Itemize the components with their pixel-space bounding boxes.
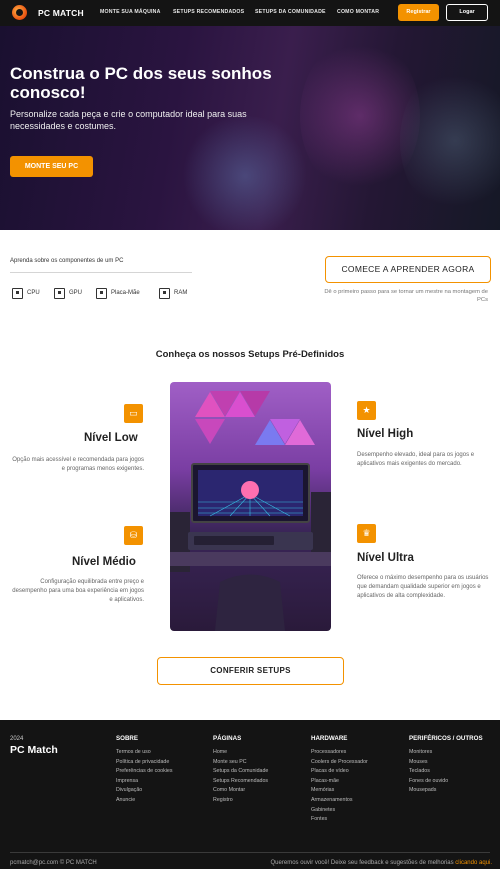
footer-link[interactable]: Placas-mãe: [311, 777, 368, 787]
footer-link[interactable]: Fones de ouvido: [409, 777, 483, 787]
learn-note: Dê o primeiro passo para se tornar um me…: [324, 289, 488, 303]
hero-subtitle: Personalize cada peça e crie o computado…: [10, 109, 247, 131]
tier-name-low: Nível Low: [84, 432, 138, 444]
footer-link[interactable]: Termos de uso: [116, 748, 173, 758]
footer-link[interactable]: Teclados: [409, 767, 483, 777]
footer-link[interactable]: Setups Recomendados: [213, 777, 268, 787]
login-button[interactable]: Logar: [446, 4, 488, 21]
component-gpu[interactable]: GPU: [54, 287, 82, 299]
footer-link[interactable]: Divulgação: [116, 786, 173, 796]
tier-desc-ultra: Oferece o máximo desempenho para os usuá…: [357, 575, 489, 599]
footer-divider: [10, 852, 490, 853]
brand-name[interactable]: PC MATCH: [38, 8, 84, 18]
footer-feedback: Queremos ouvir você! Deixe seu feedback …: [271, 860, 492, 866]
learn-label: Aprenda sobre os componentes de um PC: [10, 258, 124, 264]
footer-col-perifericos: PERIFÉRICOS / OUTROS Monitores Mouses Te…: [409, 735, 483, 796]
start-learning-button[interactable]: COMECE A APRENDER AGORA: [325, 256, 491, 283]
component-ram[interactable]: RAM: [159, 287, 187, 299]
footer-col-hardware: HARDWARE Processadores Coolers de Proces…: [311, 735, 368, 825]
footer-link[interactable]: Registro: [213, 796, 268, 806]
footer-link[interactable]: Gabinetes: [311, 806, 368, 816]
gpu-icon: [54, 287, 65, 299]
footer-copyright: pcmatch@pc.com © PC MATCH: [10, 860, 97, 866]
footer-link[interactable]: Imprensa: [116, 777, 173, 787]
footer-link[interactable]: Mousepads: [409, 786, 483, 796]
nav-setups-comunidade[interactable]: SETUPS DA COMUNIDADE: [255, 9, 326, 15]
footer-col-title: SOBRE: [116, 735, 139, 742]
footer-link[interactable]: Coolers de Processador: [311, 758, 368, 768]
nav-como-montar[interactable]: COMO MONTAR: [337, 9, 379, 15]
footer-link[interactable]: Como Montar: [213, 786, 268, 796]
footer-link[interactable]: Placas de vídeo: [311, 767, 368, 777]
trophy-icon: ♛: [357, 524, 376, 543]
hero-glow: [400, 66, 500, 216]
battery-icon: ▭: [124, 404, 143, 423]
build-pc-button[interactable]: MONTE SEU PC: [10, 156, 93, 177]
feedback-link[interactable]: clicando aqui.: [455, 860, 492, 866]
hero-title: Construa o PC dos seus sonhos conosco!: [10, 64, 272, 102]
footer: 2024 PC Match SOBRE Termos de uso Políti…: [0, 720, 500, 869]
footer-col-title: PÁGINAS: [213, 735, 242, 742]
database-icon: ⛁: [124, 526, 143, 545]
component-motherboard[interactable]: Placa-Mãe: [96, 287, 140, 299]
setup-image: [170, 382, 331, 631]
tier-desc-high: Desempenho elevado, ideal para os jogos …: [357, 452, 475, 467]
component-label: RAM: [174, 290, 188, 296]
component-label: CPU: [27, 290, 40, 296]
footer-link[interactable]: Preferências de cookies: [116, 767, 173, 777]
divider: [10, 272, 192, 273]
component-label: GPU: [69, 290, 83, 296]
nav-monte-sua-maquina[interactable]: MONTE SUA MÁQUINA: [100, 9, 161, 15]
footer-col-sobre: SOBRE Termos de uso Política de privacid…: [116, 735, 173, 806]
footer-link[interactable]: Armazenamentos: [311, 796, 368, 806]
footer-link[interactable]: Setups da Comunidade: [213, 767, 268, 777]
footer-link[interactable]: Mouses: [409, 758, 483, 768]
nav-setups-recomendados[interactable]: SETUPS RECOMENDADOS: [173, 9, 244, 15]
footer-link[interactable]: Fontes: [311, 815, 368, 825]
footer-link[interactable]: Memórias: [311, 786, 368, 796]
footer-link[interactable]: Monte seu PC: [213, 758, 268, 768]
footer-col-title: HARDWARE: [311, 735, 348, 742]
ram-icon: [159, 287, 170, 299]
tier-name-ultra: Nível Ultra: [357, 552, 414, 564]
footer-year: 2024: [10, 736, 24, 742]
setups-title: Conheça os nossos Setups Pré-Definidos: [155, 349, 345, 360]
component-cpu[interactable]: CPU: [12, 287, 40, 299]
footer-col-paginas: PÁGINAS Home Monte seu PC Setups da Comu…: [213, 735, 268, 806]
logo-icon[interactable]: [12, 5, 27, 20]
cpu-icon: [12, 287, 23, 299]
footer-link[interactable]: Política de privacidade: [116, 758, 173, 768]
footer-brand: PC Match: [10, 744, 58, 756]
component-label: Placa-Mãe: [111, 290, 140, 296]
register-button[interactable]: Registrar: [398, 4, 439, 21]
tier-desc-low: Opção mais acessível e recomendada para …: [12, 457, 144, 472]
top-navbar: PC MATCH MONTE SUA MÁQUINA SETUPS RECOME…: [0, 0, 500, 26]
footer-link[interactable]: Anuncie: [116, 796, 173, 806]
gaming-setup-illustration: [170, 391, 331, 631]
hero-banner: Construa o PC dos seus sonhos conosco! P…: [0, 26, 500, 230]
tier-name-medio: Nível Médio: [72, 556, 136, 568]
tier-name-high: Nível High: [357, 428, 414, 440]
check-setups-button[interactable]: CONFERIR SETUPS: [157, 657, 344, 685]
footer-link[interactable]: Monitores: [409, 748, 483, 758]
footer-link[interactable]: Processadores: [311, 748, 368, 758]
motherboard-icon: [96, 287, 107, 299]
footer-link[interactable]: Home: [213, 748, 268, 758]
star-icon: ★: [357, 401, 376, 420]
hero-glow: [180, 116, 310, 230]
feedback-text: Queremos ouvir você! Deixe seu feedback …: [270, 860, 454, 866]
tier-desc-medio: Configuração equilibrada entre preço e d…: [12, 579, 144, 603]
footer-col-title: PERIFÉRICOS / OUTROS: [409, 735, 483, 742]
